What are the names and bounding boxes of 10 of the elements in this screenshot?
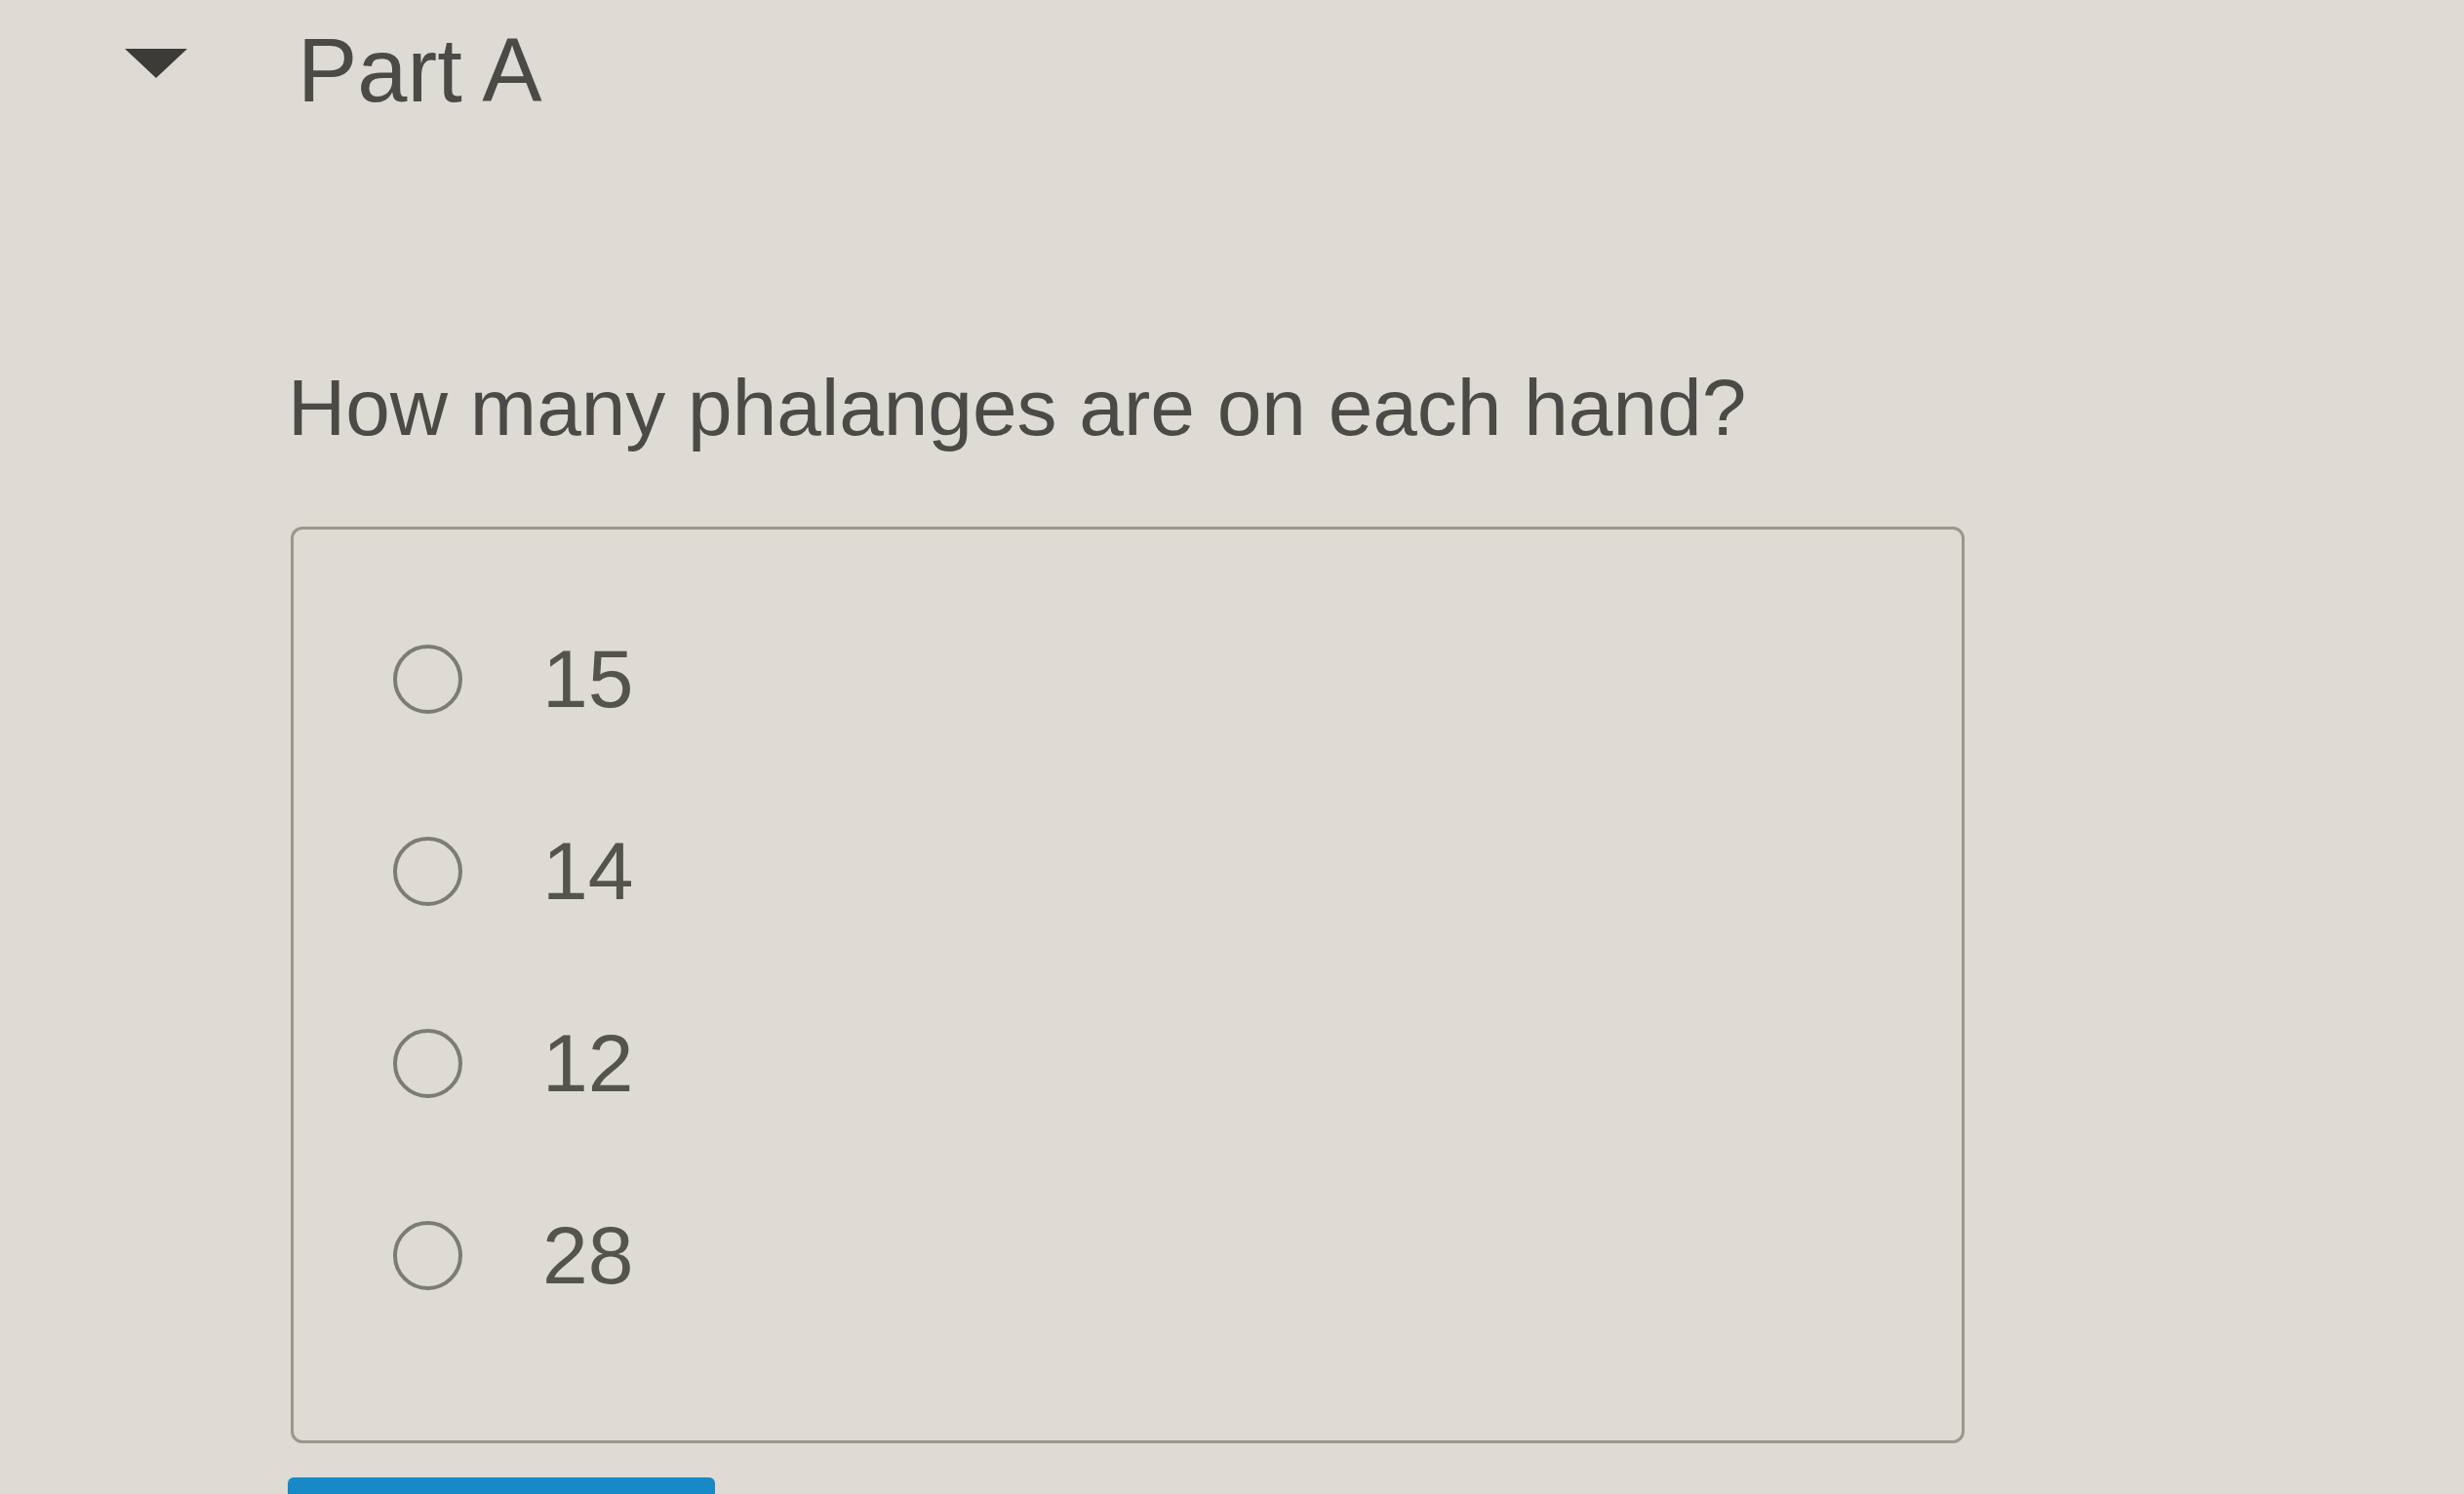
option-label[interactable]: 15 [542,638,634,720]
option-label[interactable]: 28 [542,1214,634,1296]
part-title: Part A [298,25,542,115]
option-label[interactable]: 14 [542,830,634,912]
radio-button[interactable] [393,836,462,906]
radio-button[interactable] [393,1028,462,1098]
caret-icon[interactable] [125,49,187,78]
radio-button[interactable] [393,644,462,714]
radio-button[interactable] [393,1220,462,1290]
option-label[interactable]: 12 [542,1022,634,1104]
